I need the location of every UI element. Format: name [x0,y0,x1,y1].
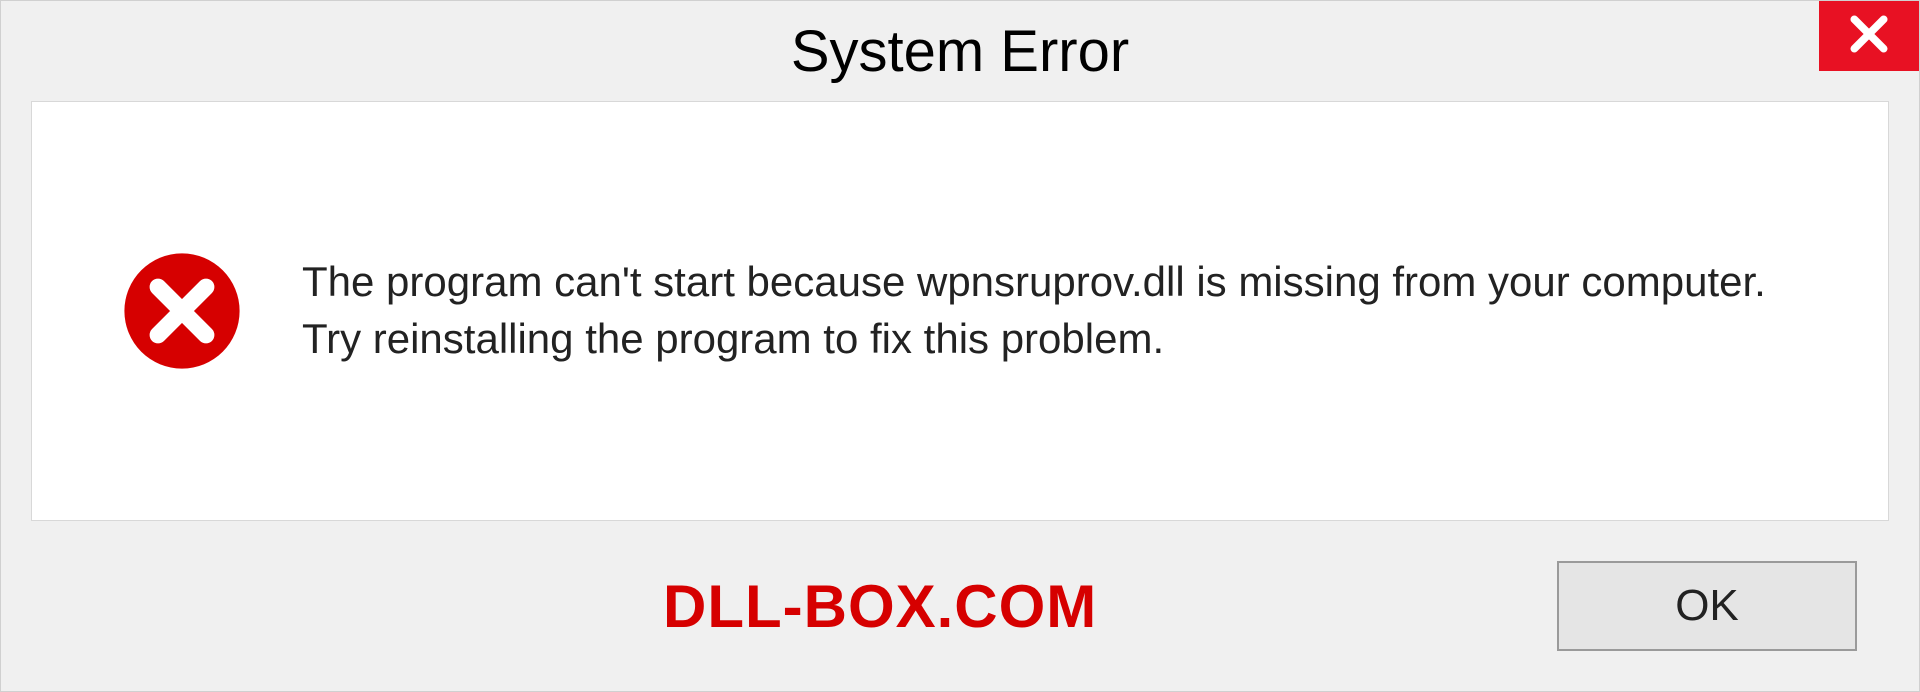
ok-button[interactable]: OK [1557,561,1857,651]
error-message: The program can't start because wpnsrupr… [302,254,1818,367]
close-icon [1847,12,1891,61]
titlebar: System Error [1,1,1919,101]
close-button[interactable] [1819,1,1919,71]
system-error-dialog: System Error The program can't start bec… [0,0,1920,692]
dialog-title: System Error [791,18,1129,85]
error-icon [122,251,242,371]
dialog-footer: DLL-BOX.COM OK [1,521,1919,691]
content-panel: The program can't start because wpnsrupr… [31,101,1889,521]
watermark-text: DLL-BOX.COM [663,572,1097,641]
